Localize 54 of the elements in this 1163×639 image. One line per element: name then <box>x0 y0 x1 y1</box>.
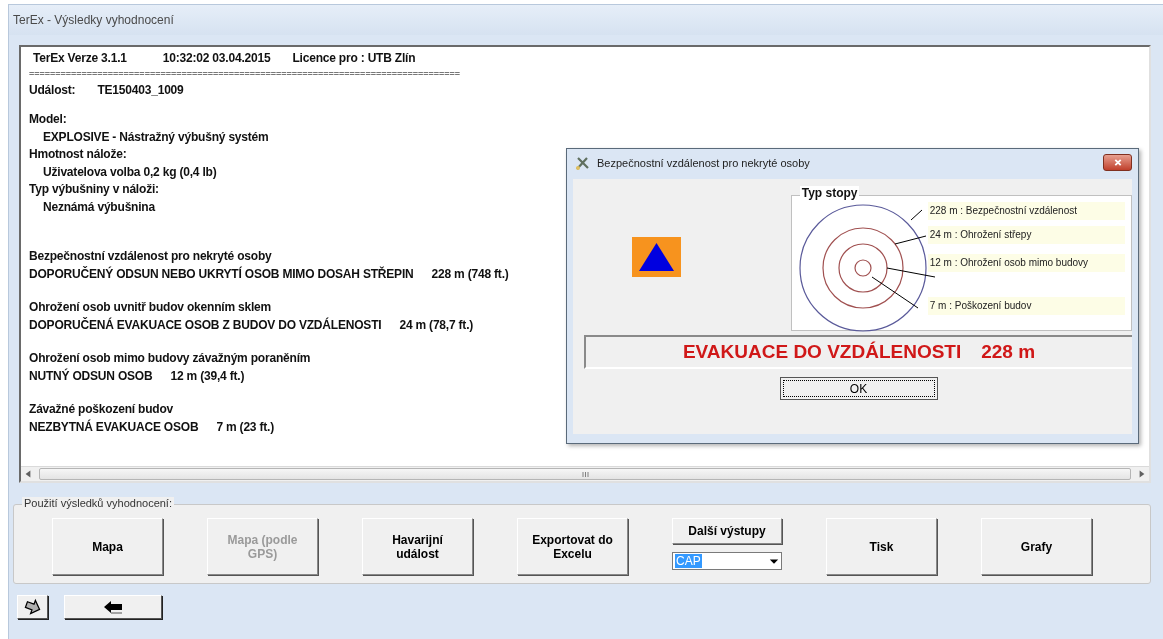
action-button[interactable]: Exportovat do Excelu <box>517 518 628 575</box>
banner-distance: 228 m <box>981 341 1036 363</box>
back-button[interactable] <box>64 595 162 619</box>
distance-text: 12 m (39,4 ft.) <box>170 367 245 385</box>
report-heading: Typ výbušniny v náloži: <box>29 181 159 198</box>
separator-line-text: ================================================================================== <box>29 67 460 80</box>
report-heading: Bezpečnostní vzdálenost pro nekryté osoby <box>29 248 272 265</box>
window-title: TerEx - Výsledky vyhodnocení <box>13 13 174 27</box>
event-label: Událost: <box>29 81 76 99</box>
zone-label: 12 m : Ohrožení osob mimo budovy <box>927 254 1125 272</box>
report-heading: Ohrožení osob uvnitř budov okenním sklem <box>29 299 272 316</box>
report-value: Uživatelova volba 0,2 kg (0,4 lb) <box>42 163 217 181</box>
horizontal-scrollbar[interactable] <box>21 466 1149 481</box>
arrow-icon <box>22 598 43 616</box>
report-value: Neznámá výbušnina <box>42 198 155 216</box>
scrollbar-thumb[interactable] <box>39 468 1131 480</box>
distance-text: 24 m (78,7 ft.) <box>399 316 474 334</box>
zone-label: 24 m : Ohrožení střepy <box>927 226 1125 244</box>
forward-button[interactable] <box>17 595 48 619</box>
group-title: Použití výsledků vyhodnocení: <box>22 497 174 509</box>
distance-text: 228 m (748 ft.) <box>431 265 509 283</box>
recommendation-text: NEZBYTNÁ EVAKUACE OSOB <box>29 418 199 436</box>
leader-line <box>910 209 923 221</box>
zone-label: 7 m : Poškození budov <box>927 297 1125 315</box>
recommendation-text: DOPORUČENÝ ODSUN NEBO UKRYTÍ OSOB MIMO DOSAH STŘEPIN <box>29 265 414 283</box>
report-header-text: 10:32:02 03.04.2015 <box>162 50 271 67</box>
report-heading: Hmotnost nálože: <box>29 146 127 163</box>
leader-line <box>894 235 927 245</box>
distance-text: 7 m (23 ft.) <box>216 418 274 436</box>
report-header-text: TerEx Verze 3.1.1 <box>33 50 127 67</box>
event-id: TE150403_1009 <box>97 81 184 99</box>
report-heading: Ohrožení osob mimo budovy závažným poraněním <box>29 350 311 367</box>
action-button[interactable]: Tisk <box>826 518 937 575</box>
recommendation-text: NUTNÝ ODSUN OSOB <box>29 367 153 385</box>
banner-text: EVAKUACE DO VZDÁLENOSTI <box>682 341 962 363</box>
action-button[interactable]: Grafy <box>981 518 1092 575</box>
close-icon <box>1112 158 1123 167</box>
grip-icon <box>581 470 589 478</box>
report-header-text: Licence pro : UTB Zlín <box>292 50 416 67</box>
back-arrow-icon <box>102 599 124 615</box>
action-button[interactable]: Mapa <box>52 518 163 575</box>
dialog-title: Bezpečnostní vzdálenost pro nekryté osoby <box>597 156 810 169</box>
legend-title: Typ stopy <box>799 186 860 200</box>
ok-button[interactable]: OK <box>779 377 938 400</box>
action-button[interactable]: Havarijní událost <box>362 518 473 575</box>
zone-label: 228 m : Bezpečnostní vzdálenost <box>927 202 1125 220</box>
close-button[interactable] <box>1103 154 1132 171</box>
tools-icon <box>575 154 591 171</box>
action-button[interactable]: Další výstupy <box>672 518 782 544</box>
report-value: EXPLOSIVE - Nástražný výbušný systém <box>42 128 269 146</box>
civil-protection-icon <box>632 237 682 277</box>
recommendation-text: DOPORUČENÁ EVAKUACE OSOB Z BUDOV DO VZDÁLENOSTI <box>29 316 382 334</box>
report-heading: Model: <box>29 111 67 128</box>
report-heading: Závažné poškození budov <box>29 401 174 418</box>
